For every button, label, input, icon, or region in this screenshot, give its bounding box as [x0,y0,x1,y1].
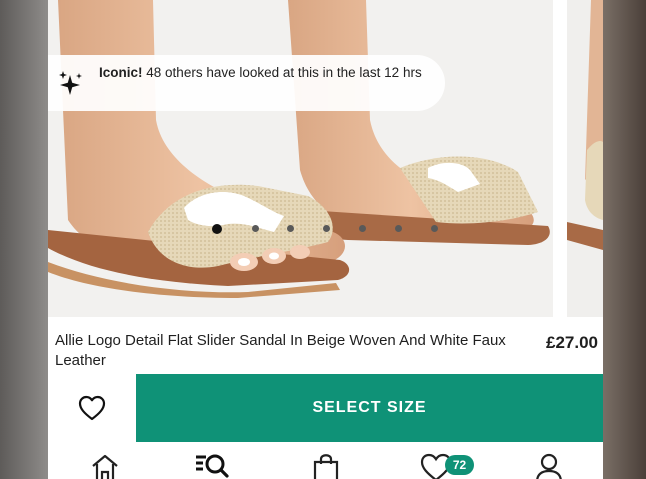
select-size-button[interactable]: SELECT SIZE [136,374,603,442]
pagination-dot[interactable] [287,225,294,232]
popularity-text: 48 others have looked at this in the las… [146,65,422,80]
heart-outline-icon [78,395,106,421]
nav-account[interactable] [535,452,595,479]
bottom-navigation [48,446,603,479]
next-sandal-photo [567,0,603,317]
bag-icon [313,454,339,479]
product-title: Allie Logo Detail Flat Slider Sandal In … [55,332,506,369]
nav-search[interactable] [194,452,254,479]
popularity-banner: Iconic! 48 others have looked at this in… [48,55,445,111]
pagination-dot[interactable] [359,225,366,232]
home-icon [92,454,118,479]
pagination-dot[interactable] [252,225,259,232]
popularity-highlight: Iconic! [99,65,143,80]
nav-bag[interactable] [311,452,371,479]
product-page: Iconic! 48 others have looked at this in… [48,0,603,479]
backdrop-right [603,0,646,479]
pagination-dot[interactable] [395,225,402,232]
pagination-dot[interactable] [212,224,222,234]
nav-home[interactable] [90,452,150,479]
wishlist-count-badge: 72 [445,455,474,475]
next-product-image[interactable] [567,0,603,317]
sparkle-icon [59,71,82,95]
product-image-gallery[interactable]: Iconic! 48 others have looked at this in… [48,0,603,317]
search-icon [196,454,229,478]
sandal-photo [48,0,553,317]
backdrop-left [0,0,48,479]
pagination-dot[interactable] [431,225,438,232]
product-image[interactable] [48,0,553,317]
gallery-gap [553,0,567,317]
add-to-wishlist-button[interactable] [48,374,136,442]
popularity-message: Iconic! 48 others have looked at this in… [99,63,429,82]
account-icon [536,453,562,479]
product-price: £27.00 [546,333,598,352]
pagination-dot[interactable] [323,225,330,232]
